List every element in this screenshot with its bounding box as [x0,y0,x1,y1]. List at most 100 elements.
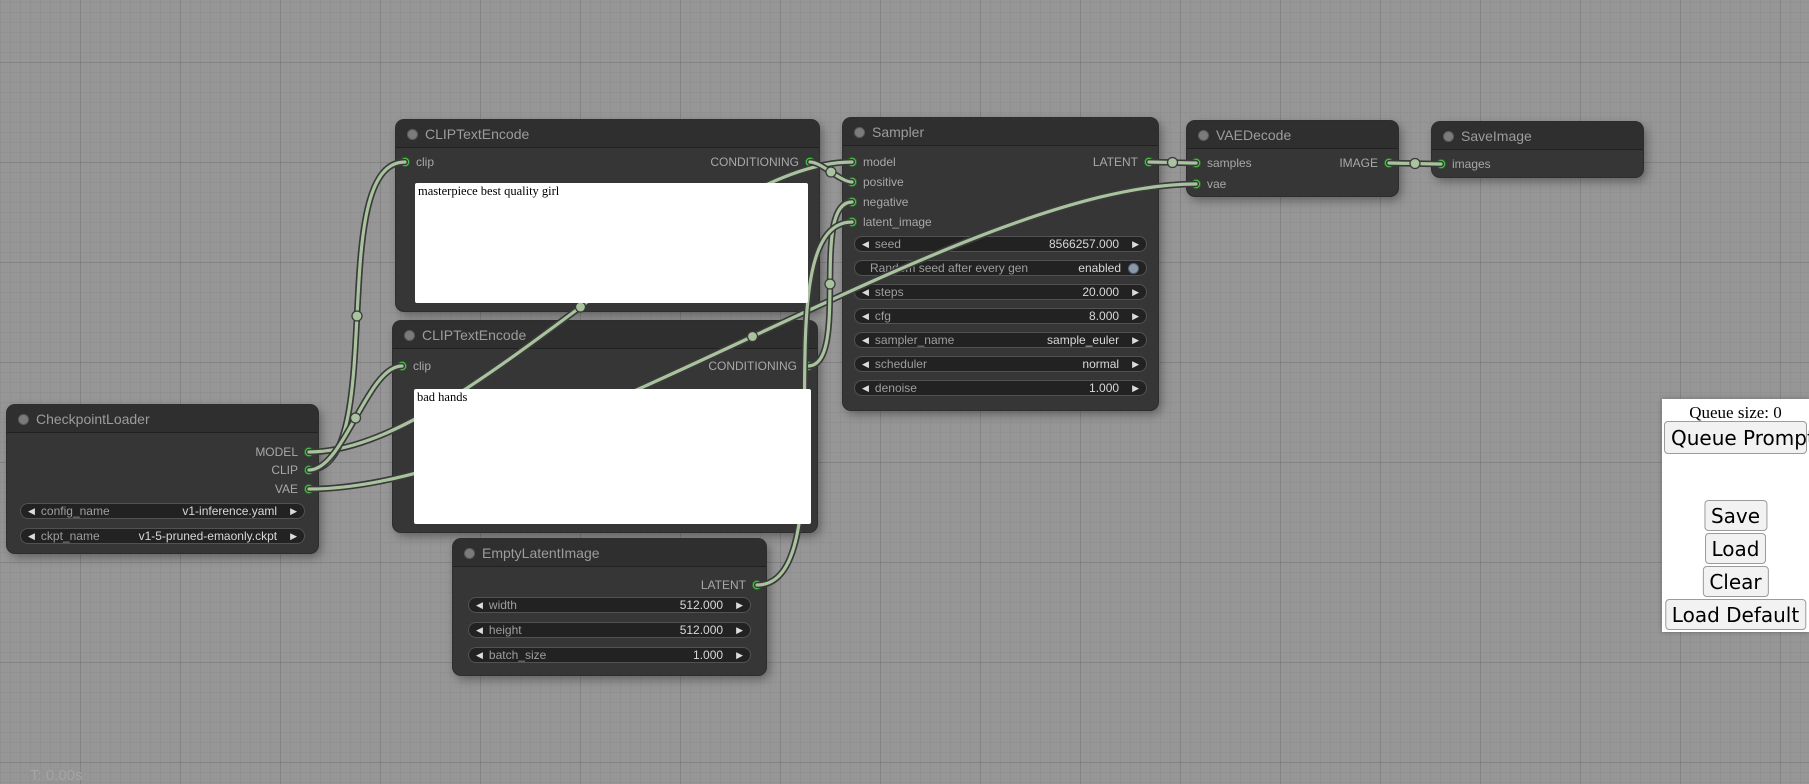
node-title-bar[interactable]: VAEDecode [1187,121,1398,149]
widget-label: cfg [875,309,891,323]
timing-status: T: 0.00s [30,767,83,784]
widget-width[interactable]: ◀width512.000▶ [468,597,751,613]
node-title-bar[interactable]: CLIPTextEncode [396,120,819,148]
output-port-LATENT[interactable] [1144,157,1154,167]
input-port-model[interactable] [847,157,857,167]
menu-panel: Queue size: 0 Queue Prompt Save Load Cle… [1662,399,1809,632]
prompt-textarea[interactable] [415,183,808,303]
output-port-IMAGE[interactable] [1384,158,1394,168]
node-collapse-dot[interactable] [407,129,418,140]
widget-label: height [489,623,522,637]
widget-decrement-arrow[interactable]: ◀ [28,504,35,518]
input-port-positive[interactable] [847,177,857,187]
widget-decrement-arrow[interactable]: ◀ [476,598,483,612]
widget-decrement-arrow[interactable]: ◀ [476,648,483,662]
widget-increment-arrow[interactable]: ▶ [1132,357,1139,371]
widget-cfg[interactable]: ◀ cfg 8.000 ▶ [854,308,1147,324]
queue-prompt-button[interactable]: Queue Prompt [1664,421,1807,454]
node-collapse-dot[interactable] [464,548,475,559]
node-vae-decode[interactable]: VAEDecodesamplesvaeIMAGE [1187,121,1398,196]
widget-increment-arrow[interactable]: ▶ [1132,333,1139,347]
output-port-MODEL[interactable] [304,447,314,457]
load-button[interactable]: Load [1705,533,1767,564]
widget-decrement-arrow[interactable]: ◀ [862,381,869,395]
input-port-samples[interactable] [1191,158,1201,168]
node-title-bar[interactable]: Sampler [843,118,1158,146]
input-slot-label: samples [1207,155,1252,171]
widget-label: scheduler [875,357,927,371]
widget-sampler-name[interactable]: ◀sampler_namesample_euler▶ [854,332,1147,348]
toggle-dot[interactable] [1128,263,1139,274]
input-port-clip[interactable] [397,361,407,371]
widget-config-name[interactable]: ◀config_namev1-inference.yaml▶ [20,503,305,519]
widget-ckpt-name[interactable]: ◀ckpt_namev1-5-pruned-emaonly.ckpt▶ [20,528,305,544]
node-title-bar[interactable]: CheckpointLoader [7,405,318,433]
widget-batch-size[interactable]: ◀batch_size1.000▶ [468,647,751,663]
widget-decrement-arrow[interactable]: ◀ [862,333,869,347]
prompt-textarea[interactable] [414,389,811,524]
widget-increment-arrow[interactable]: ▶ [1132,381,1139,395]
node-empty-latent-image[interactable]: EmptyLatentImageLATENT◀width512.000▶◀hei… [453,539,766,675]
node-title: CheckpointLoader [36,405,150,433]
queue-size-label: Queue size: 0 [1662,403,1809,423]
widget-decrement-arrow[interactable]: ◀ [862,237,869,251]
widget-decrement-arrow[interactable]: ◀ [28,529,35,543]
output-port-LATENT[interactable] [752,580,762,590]
node-checkpoint-loader[interactable]: CheckpointLoaderMODELCLIPVAE◀config_name… [7,405,318,553]
widget-decrement-arrow[interactable]: ◀ [862,309,869,323]
widget-decrement-arrow[interactable]: ◀ [476,623,483,637]
output-port-VAE[interactable] [304,484,314,494]
output-port-CONDITIONING[interactable] [803,361,813,371]
widget-denoise[interactable]: ◀denoise1.000▶ [854,380,1147,396]
input-port-images[interactable] [1436,159,1446,169]
node-collapse-dot[interactable] [404,330,415,341]
node-title-bar[interactable]: SaveImage [1432,122,1643,150]
graph-canvas[interactable]: { "canvas": { "width": 1809, "height": 7… [0,0,1809,782]
widget-increment-arrow[interactable]: ▶ [290,504,297,518]
widget-value: 8.000 [1089,309,1119,323]
widget-value: 512.000 [680,623,723,637]
input-port-clip[interactable] [400,157,410,167]
node-collapse-dot[interactable] [1443,131,1454,142]
output-port-CLIP[interactable] [304,465,314,475]
widget-increment-arrow[interactable]: ▶ [1132,237,1139,251]
node-title: VAEDecode [1216,121,1291,149]
node-save-image[interactable]: SaveImageimages [1432,122,1643,177]
output-port-CONDITIONING[interactable] [805,157,815,167]
load-default-button[interactable]: Load Default [1665,599,1806,630]
widget-value: 1.000 [1089,381,1119,395]
input-port-negative[interactable] [847,197,857,207]
widget-scheduler[interactable]: ◀ scheduler normal ▶ [854,356,1147,372]
widget-increment-arrow[interactable]: ▶ [1132,309,1139,323]
widget-height[interactable]: ◀ height 512.000 ▶ [468,622,751,638]
widget-increment-arrow[interactable]: ▶ [1132,285,1139,299]
node-collapse-dot[interactable] [18,414,29,425]
widget-value: normal [1082,357,1119,371]
node-title-bar[interactable]: CLIPTextEncode [393,321,817,349]
input-slot-label: model [863,154,896,170]
input-port-latent_image[interactable] [847,217,857,227]
widget-increment-arrow[interactable]: ▶ [736,623,743,637]
input-port-vae[interactable] [1191,179,1201,189]
node-collapse-dot[interactable] [1198,130,1209,141]
widget-increment-arrow[interactable]: ▶ [736,598,743,612]
widget-decrement-arrow[interactable]: ◀ [862,285,869,299]
widget-decrement-arrow[interactable]: ◀ [862,357,869,371]
widget-steps[interactable]: ◀steps20.000▶ [854,284,1147,300]
widget-value: 512.000 [680,598,723,612]
widget-value: sample_euler [1047,333,1119,347]
node-sampler[interactable]: Samplermodelpositivenegativelatent_image… [843,118,1158,410]
widget-value: 1.000 [693,648,723,662]
save-button[interactable]: Save [1704,500,1767,531]
output-slot-label: VAE [275,481,298,497]
widget-seed[interactable]: ◀seed8566257.000▶ [854,236,1147,252]
widget-value: v1-inference.yaml [182,504,277,518]
clear-button[interactable]: Clear [1702,566,1768,597]
input-slot-label: vae [1207,176,1226,192]
widget-increment-arrow[interactable]: ▶ [736,648,743,662]
node-title-bar[interactable]: EmptyLatentImage [453,539,766,567]
node-title: SaveImage [1461,122,1532,150]
widget-random-seed-after-every-gen[interactable]: Random seed after every genenabled [854,260,1147,276]
widget-increment-arrow[interactable]: ▶ [290,529,297,543]
node-collapse-dot[interactable] [854,127,865,138]
